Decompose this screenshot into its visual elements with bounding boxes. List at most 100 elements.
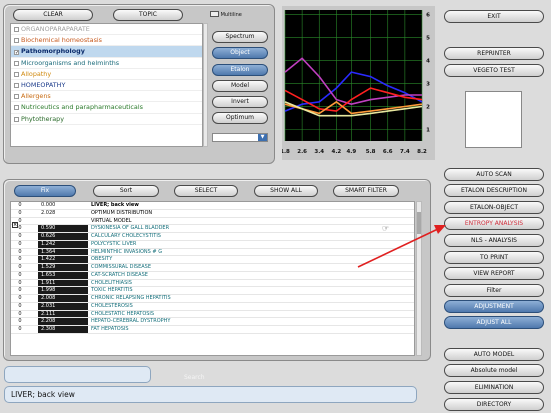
select-button[interactable]: SELECT [174, 185, 238, 197]
checkbox-icon[interactable] [14, 27, 19, 32]
category-label: Nutriceutics and parapharmaceuticals [21, 103, 143, 112]
table-row[interactable]: 0 2.208 HEPATO-CEREBRAL DYSTROPHY [11, 318, 414, 326]
auto-scan-button[interactable]: AUTO SCAN [444, 168, 544, 181]
table-row[interactable]: 0 1.529 COMMISSURAL DISEASE [11, 264, 414, 272]
adjust-all-button[interactable]: ADJUST ALL [444, 316, 544, 329]
scrollbar-thumb[interactable] [417, 212, 421, 234]
search-input[interactable] [4, 366, 151, 383]
exit-button[interactable]: EXIT [444, 10, 544, 23]
invert-button[interactable]: Invert [212, 96, 268, 108]
entropy-analysis-button[interactable]: ENTROPY ANALYSIS [444, 217, 544, 230]
adjustment-button[interactable]: ADJUSTMENT [444, 300, 544, 313]
clear-button[interactable]: CLEAR [13, 9, 93, 21]
table-cell: 0.000 [41, 202, 56, 208]
table-row[interactable]: 0 1.998 TOXIC HEPATITIS [11, 287, 414, 295]
view-report-button[interactable]: VIEW REPORT [444, 267, 544, 280]
table-cell: 0 [18, 233, 22, 239]
preview-box [465, 91, 522, 148]
chart-y-tick-label: 4 [426, 59, 430, 65]
category-label: ORGANOPARAPARATE [21, 25, 90, 33]
category-item[interactable]: ✓ Pathomorphology [11, 46, 202, 58]
category-item[interactable]: Allopathy [11, 69, 202, 80]
object-button[interactable]: Object [212, 47, 268, 59]
category-item[interactable]: ORGANOPARAPARATE [11, 24, 202, 36]
table-row[interactable]: 0 VIRTUAL MODEL [11, 218, 414, 226]
checkbox-icon[interactable] [14, 116, 19, 122]
table-cell: 0 [18, 326, 22, 332]
category-item[interactable]: Microorganisms and helminths [11, 58, 202, 69]
checkbox-icon[interactable] [14, 38, 19, 44]
directory-button[interactable]: DIRECTORY [444, 398, 544, 411]
table-row[interactable]: 0 1.911 CHOLELITHIASIS [11, 279, 414, 288]
smart-filter-button[interactable]: SMART FILTER [333, 185, 399, 197]
table-row[interactable]: 0 1.364 HELMINTHIC INVASIONS # G [11, 248, 414, 257]
table-scrollbar[interactable] [416, 201, 422, 356]
table-cell: CHOLESTATIC HEPATOSIS [91, 310, 155, 317]
vegeto-test-button[interactable]: VEGETO TEST [444, 64, 544, 77]
spectrum-button[interactable]: Spectrum [212, 31, 268, 43]
results-table[interactable]: 0 0.000 LIVER; back view 0 2.028 OPTIMUM DIST… [10, 201, 415, 356]
category-item[interactable]: Phytotherapy [11, 114, 202, 125]
category-item[interactable]: Nutriceutics and parapharmaceuticals [11, 102, 202, 114]
auto-model-button[interactable]: AUTO MODEL [444, 348, 544, 361]
table-row[interactable]: 0 1.422 OBESITY [11, 256, 414, 264]
model-button[interactable]: Model [212, 80, 268, 92]
table-cell: CHOLESTEROSIS [91, 302, 133, 309]
status-field: LIVER; back view [4, 386, 417, 403]
filter-button[interactable]: Filter [444, 284, 544, 297]
reprinter-button[interactable]: REPRINTER [444, 47, 544, 60]
table-cell: 0.626 [38, 233, 88, 240]
chart-x-tick-label: 6.6 [383, 149, 393, 155]
row-remove-icon[interactable]: × [12, 222, 18, 228]
table-row[interactable]: 0 2.031 CHOLESTEROSIS [11, 302, 414, 311]
table-cell: 0 [18, 279, 22, 286]
chart-x-tick-label: 7.4 [400, 149, 410, 155]
table-cell: 1.911 [38, 279, 88, 287]
table-row[interactable]: 0 2.008 CHRONIC RELAPSING HEPATITIS [11, 295, 414, 303]
table-cell: CAT-SCRATCH DISEASE [91, 271, 148, 278]
table-cell: 0 [18, 310, 22, 317]
show-all-button[interactable]: SHOW ALL [254, 185, 318, 197]
table-row[interactable]: 0 2.028 OPTIMUM DISTRIBUTION [11, 210, 414, 218]
table-row[interactable]: 0 0.626 CALCULARY CHOLECYSTITIS [11, 233, 414, 241]
table-cell: 2.308 [38, 326, 88, 333]
table-row[interactable]: 0 2.111 CHOLESTATIC HEPATOSIS [11, 310, 414, 319]
category-item[interactable]: HOMEOPATHY [11, 80, 202, 92]
table-cell: HEPATO-CEREBRAL DYSTROPHY [91, 318, 171, 325]
chevron-down-icon[interactable]: ▼ [258, 134, 267, 141]
etalon-object-button[interactable]: ETALON-OBJECT [444, 201, 544, 214]
category-list[interactable]: ORGANOPARAPARATE Biochemical homeostasis ✓… [10, 23, 203, 147]
checkbox-icon[interactable] [14, 71, 19, 77]
table-row[interactable]: 0 2.308 FAT HEPATOSIS [11, 326, 414, 334]
topic-button[interactable]: TOPIC [113, 9, 183, 21]
checkbox-icon[interactable] [14, 105, 19, 111]
elimination-button[interactable]: ELIMINATION [444, 381, 544, 394]
to-print-button[interactable]: TO PRINT [444, 251, 544, 264]
table-cell: 0 [18, 256, 22, 263]
table-cell: 0 [18, 295, 22, 301]
category-item[interactable]: Biochemical homeostasis [11, 35, 202, 47]
fix-button[interactable]: Fix [14, 185, 76, 197]
etalon-description-button[interactable]: ETALON DESCRIPTION [444, 184, 544, 197]
table-row[interactable]: 0 1.242 POLYCYSTIC LIVER [11, 240, 414, 249]
sort-button[interactable]: Sort [93, 185, 159, 197]
checkbox-icon[interactable]: ✓ [14, 50, 19, 56]
etalon-button[interactable]: Etalon [212, 64, 268, 76]
checkbox-icon[interactable] [14, 82, 19, 88]
nls-analysis-button[interactable]: NLS - ANALYSIS [444, 234, 544, 247]
table-row[interactable]: 0 0.000 LIVER; back view [11, 202, 414, 210]
optimum-button[interactable]: Optimum [212, 112, 268, 124]
absolute-model-button[interactable]: Absolute model [444, 364, 544, 377]
checkbox-icon[interactable] [14, 94, 19, 100]
checkbox-icon[interactable] [14, 60, 19, 66]
table-row[interactable]: 0 0.590 DYSKINESIA OF GALL BLADDER [11, 225, 414, 233]
mode-dropdown[interactable]: ▼ [212, 133, 268, 142]
chart-x-tick-label: 2.6 [297, 149, 307, 155]
chart-x-tick-label: 1.8 [282, 149, 290, 155]
category-scrollbar[interactable] [203, 23, 208, 147]
table-row[interactable]: 0 1.653 CAT-SCRATCH DISEASE [11, 271, 414, 280]
table-cell: 0 [18, 240, 22, 247]
category-item[interactable]: Allergens [11, 91, 202, 103]
multiline-toggle[interactable]: Multiline [210, 11, 242, 18]
table-cell: 0 [18, 202, 22, 208]
